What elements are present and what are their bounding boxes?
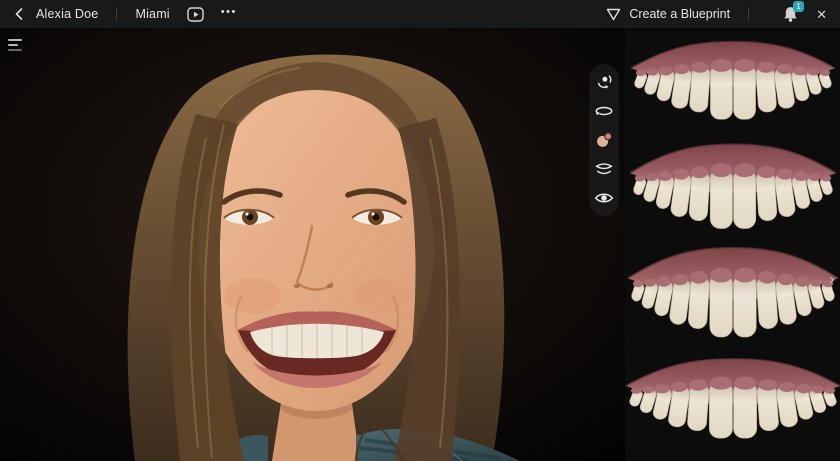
teeth-arch-preview	[629, 34, 837, 129]
viewer-toolbar	[589, 64, 619, 216]
rotate-3d-view-button[interactable]	[592, 70, 616, 94]
shade-compare-icon	[593, 129, 615, 151]
notifications-button[interactable]: 1	[783, 6, 798, 22]
teeth-arch-preview	[625, 239, 839, 348]
notification-badge: 1	[793, 1, 804, 12]
shade-compare-button[interactable]	[592, 128, 616, 152]
blueprint-nabla-icon	[606, 8, 621, 21]
smile-templates-panel: ›	[625, 28, 840, 461]
smile-arch-lines-icon	[593, 158, 615, 180]
content: ›	[0, 28, 840, 461]
top-bar-left: Alexia Doe Miami •••	[0, 4, 237, 24]
more-menu-button[interactable]: •••	[221, 7, 237, 22]
panel-expand-button[interactable]: ›	[824, 266, 840, 292]
play-button[interactable]	[187, 7, 204, 22]
top-bar: Alexia Doe Miami ••• Create a Blueprint	[0, 0, 840, 28]
smile-template-2[interactable]	[625, 137, 840, 237]
teeth-arch-preview-partial	[625, 454, 840, 461]
teeth-arch-preview	[625, 351, 840, 448]
smile-template-1[interactable]	[625, 31, 840, 131]
create-blueprint-label: Create a Blueprint	[629, 7, 730, 21]
patient-portrait	[0, 28, 625, 461]
chevron-left-icon	[15, 8, 23, 20]
smile-template-3[interactable]	[625, 243, 840, 343]
divider	[748, 7, 749, 21]
eye-icon	[593, 187, 615, 209]
play-icon	[187, 7, 204, 22]
back-button[interactable]	[10, 4, 28, 24]
top-bar-right: Create a Blueprint 1 ✕	[606, 6, 840, 22]
rotate-3d-icon	[593, 71, 615, 93]
divider	[116, 7, 117, 21]
rotate-plane-icon	[593, 100, 615, 122]
teeth-arch-preview	[627, 136, 837, 239]
case-name: Miami	[135, 7, 169, 21]
patient-photo-viewer	[0, 28, 625, 461]
visibility-button[interactable]	[592, 186, 616, 210]
menu-lines-icon[interactable]	[8, 36, 28, 54]
create-blueprint-button[interactable]: Create a Blueprint	[606, 7, 730, 21]
smile-template-4[interactable]	[625, 349, 840, 449]
smile-arch-lines-button[interactable]	[592, 157, 616, 181]
smile-template-5-partial[interactable]	[625, 454, 840, 461]
patient-name: Alexia Doe	[36, 7, 98, 21]
rotate-plane-button[interactable]	[592, 99, 616, 123]
close-button[interactable]: ✕	[816, 8, 827, 21]
smile-design-app: Alexia Doe Miami ••• Create a Blueprint	[0, 0, 840, 461]
